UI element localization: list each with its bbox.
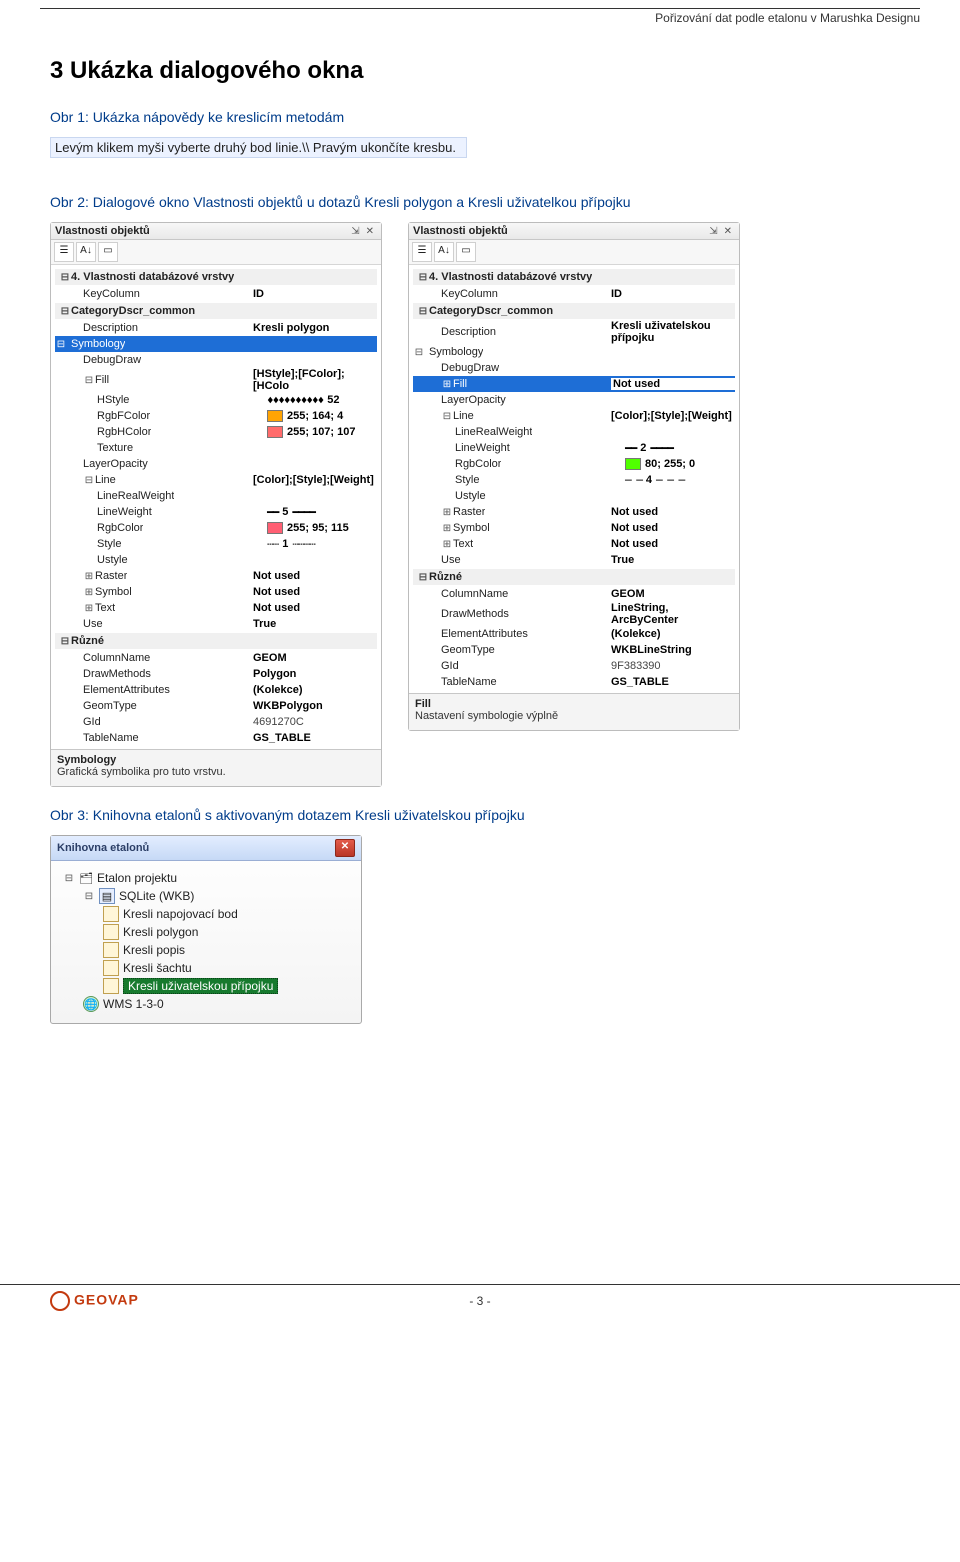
pin-icon[interactable]: ⇲: [348, 226, 362, 237]
panel-left-toolbar: ☰ A↓ ▭: [51, 240, 381, 265]
panel-title-text: Vlastnosti objektů: [55, 225, 348, 237]
panel-right-grid: ⊟4. Vlastnosti databázové vrstvy KeyColu…: [409, 265, 739, 693]
etalon-titlebar: Knihovna etalonů ✕: [51, 836, 361, 861]
tree-item[interactable]: Kresli napojovací bod: [57, 905, 355, 923]
panel-right: Vlastnosti objektů ⇲ ✕ ☰ A↓ ▭ ⊟4. Vlastn…: [408, 222, 740, 731]
panel-right-help: Fill Nastavení symbologie výplně: [409, 693, 739, 730]
page-footer: GEOVAP - 3 -: [0, 1284, 960, 1323]
tree-item[interactable]: Kresli polygon: [57, 923, 355, 941]
panel-left-title: Vlastnosti objektů ⇲ ✕: [51, 223, 381, 240]
tree-item[interactable]: Kresli popis: [57, 941, 355, 959]
page-number: - 3 -: [0, 1294, 960, 1308]
pin-icon[interactable]: ⇲: [706, 226, 720, 237]
close-icon[interactable]: ✕: [721, 226, 735, 237]
caption-fig2: Obr 2: Dialogové okno Vlastnosti objektů…: [50, 194, 910, 210]
globe-icon: 🌐: [83, 996, 99, 1012]
tree-wms[interactable]: 🌐WMS 1-3-0: [57, 995, 355, 1013]
panel-right-toolbar: ☰ A↓ ▭: [409, 240, 739, 265]
sort-az-icon[interactable]: A↓: [434, 242, 454, 262]
symbology-row[interactable]: Symbology: [71, 338, 125, 350]
property-panels: Vlastnosti objektů ⇲ ✕ ☰ A↓ ▭ ⊟4. Vlastn…: [50, 222, 910, 787]
tree-root[interactable]: ⊟🗂Etalon projektu: [57, 869, 355, 887]
file-icon: [103, 942, 119, 958]
database-icon: ▤: [99, 888, 115, 904]
fill-row[interactable]: Fill: [453, 378, 467, 390]
tree-item[interactable]: Kresli šachtu: [57, 959, 355, 977]
color-swatch: [625, 458, 641, 470]
page-heading: 3 Ukázka dialogového okna: [50, 57, 910, 85]
header-rule: [40, 8, 920, 9]
caption-fig1: Obr 1: Ukázka nápovědy ke kreslicím meto…: [50, 109, 910, 125]
file-icon: [103, 924, 119, 940]
caption-fig3: Obr 3: Knihovna etalonů s aktivovaným do…: [50, 807, 910, 823]
sort-az-icon[interactable]: A↓: [76, 242, 96, 262]
file-icon: [103, 978, 119, 994]
header-text: Pořizování dat podle etalonu v Marushka …: [0, 11, 920, 25]
propertypages-icon[interactable]: ▭: [456, 242, 476, 262]
panel-left-grid: ⊟4. Vlastnosti databázové vrstvy KeyColu…: [51, 265, 381, 749]
color-swatch: [267, 410, 283, 422]
hint-bar: Levým klikem myši vyberte druhý bod lini…: [50, 137, 467, 158]
panel-right-title: Vlastnosti objektů ⇲ ✕: [409, 223, 739, 240]
color-swatch: [267, 522, 283, 534]
propertypages-icon[interactable]: ▭: [98, 242, 118, 262]
close-icon[interactable]: ✕: [363, 226, 377, 237]
etalon-tree: ⊟🗂Etalon projektu ⊟▤SQLite (WKB) Kresli …: [51, 861, 361, 1023]
categorized-icon[interactable]: ☰: [412, 242, 432, 262]
tree-db[interactable]: ⊟▤SQLite (WKB): [57, 887, 355, 905]
collapse-icon[interactable]: ⊟: [59, 272, 71, 283]
color-swatch: [267, 426, 283, 438]
folder-icon: 🗂: [79, 871, 93, 885]
tree-item-selected[interactable]: Kresli uživatelskou přípojku: [57, 977, 355, 995]
file-icon: [103, 906, 119, 922]
panel-left-help: Symbology Grafická symbolika pro tuto vr…: [51, 749, 381, 786]
etalon-window: Knihovna etalonů ✕ ⊟🗂Etalon projektu ⊟▤S…: [50, 835, 362, 1024]
file-icon: [103, 960, 119, 976]
panel-left: Vlastnosti objektů ⇲ ✕ ☰ A↓ ▭ ⊟4. Vlastn…: [50, 222, 382, 787]
categorized-icon[interactable]: ☰: [54, 242, 74, 262]
close-icon[interactable]: ✕: [335, 839, 355, 857]
pattern-icon: ♦♦♦♦♦♦♦♦♦♦: [267, 394, 323, 407]
